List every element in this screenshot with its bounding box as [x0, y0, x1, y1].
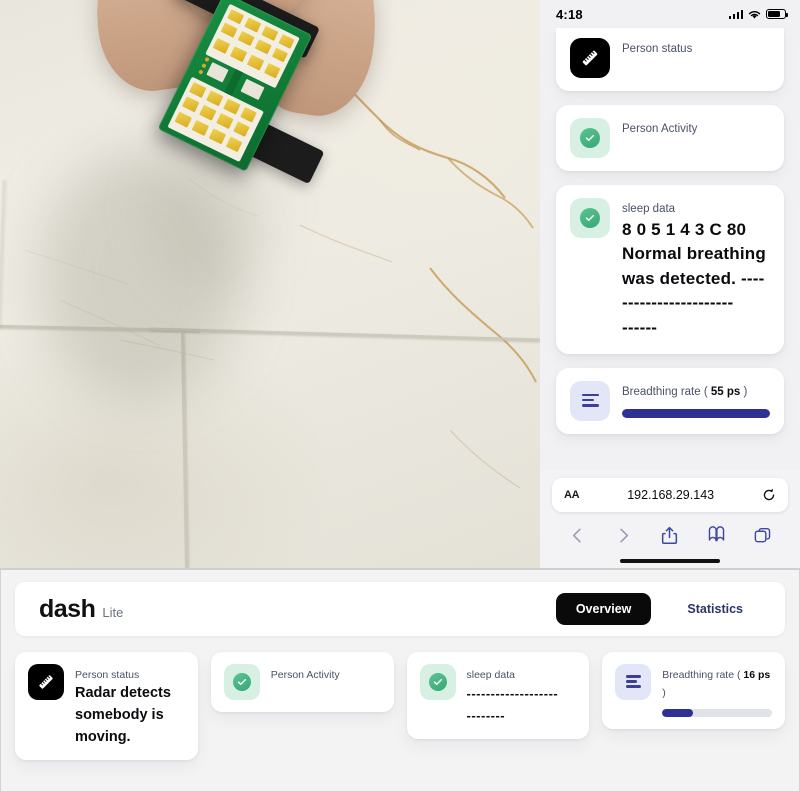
check-circle-icon: [570, 198, 610, 238]
card-person-activity[interactable]: Person Activity: [556, 105, 784, 171]
card-body: Person Activity: [622, 118, 770, 138]
sleep-data-dashes-1: -------------------: [622, 293, 734, 313]
card-label: Person Activity: [270, 669, 340, 681]
tab-overview[interactable]: Overview: [555, 593, 652, 625]
card-label: sleep data: [622, 203, 676, 215]
card-label: Person status: [622, 43, 693, 55]
dash-card-person-activity[interactable]: Person Activity: [210, 652, 394, 712]
breathing-rate-value: 16 ps: [743, 669, 771, 681]
breathing-rate-label-text: Breadthing rate (: [662, 669, 744, 681]
card-body: sleep data ------------------- --------: [467, 664, 577, 727]
safari-browser-chrome: AAAA 192.168.29.143: [540, 470, 800, 568]
card-body: Person status: [622, 38, 770, 58]
url-text[interactable]: 192.168.29.143: [579, 488, 762, 502]
status-bar-time: 4:18: [556, 6, 583, 22]
sensor-card-list: Person status Person Activity sleep data…: [540, 28, 800, 434]
radar-sensor-photo: [0, 0, 540, 568]
battery-icon: [766, 9, 789, 19]
dashboard-tabs: Overview Statistics: [555, 593, 763, 625]
dash-card-sleep-data[interactable]: sleep data ------------------- --------: [406, 652, 590, 740]
share-icon: [662, 526, 678, 544]
chevron-left-icon: [572, 528, 581, 542]
reload-icon[interactable]: [762, 488, 776, 502]
ruler-icon: [28, 664, 64, 700]
card-body: Person status Radar detects somebody is …: [75, 664, 185, 748]
check-icon: [585, 135, 595, 141]
check-circle-shape: [428, 673, 447, 691]
card-label: Person status: [75, 669, 140, 681]
sleep-data-hex: 8 0 5 1 4 3 C 80: [622, 219, 747, 239]
tabs-button[interactable]: [753, 526, 772, 545]
dash-card-breathing-rate[interactable]: Breadthing rate ( 16 ps ): [602, 652, 785, 729]
dashboard-card-row: Person status Radar detects somebody is …: [15, 652, 785, 761]
brand-name: dash: [39, 594, 96, 623]
brand-suffix: Lite: [102, 604, 124, 620]
text-size-button[interactable]: AAAA: [564, 489, 580, 501]
wifi-icon: [748, 10, 761, 18]
sleep-data-message: Normal breathing was detected. ----: [622, 244, 766, 288]
breathing-rate-progress: [662, 709, 772, 717]
breathing-rate-progress: [622, 409, 770, 419]
address-bar[interactable]: AAAA 192.168.29.143: [552, 478, 788, 512]
phone-screen: 4:18 Person status Person Activity sleep…: [540, 0, 800, 568]
check-circle-shape: [580, 208, 600, 228]
card-label: Person Activity: [622, 123, 698, 135]
check-circle-shape: [232, 673, 251, 691]
card-person-status[interactable]: Person status: [556, 28, 784, 91]
lines-icon: [570, 380, 610, 421]
ruler-icon-glyph: [582, 50, 598, 66]
back-button[interactable]: [568, 526, 587, 545]
check-circle-shape: [580, 128, 600, 148]
lines-icon-glyph: [581, 393, 599, 408]
breathing-rate-value: 55 ps: [710, 385, 741, 398]
signal-bars-icon: [728, 9, 743, 19]
share-button[interactable]: [660, 526, 679, 545]
lines-icon-glyph: [625, 675, 641, 689]
browser-toolbar: [540, 516, 800, 554]
breathing-rate-label: Breadthing rate ( 55 ps ): [622, 386, 747, 398]
dash-card-person-status[interactable]: Person status Radar detects somebody is …: [15, 652, 198, 761]
tabs-icon: [754, 527, 771, 542]
ruler-icon: [570, 38, 610, 78]
chevron-right-icon: [620, 528, 629, 542]
sleep-data-dashes-2: ------: [622, 318, 658, 338]
card-body: Breadthing rate ( 55 ps ): [622, 381, 770, 419]
book-icon: [708, 525, 725, 541]
breathing-rate-label-tail: ): [740, 385, 748, 398]
forward-button[interactable]: [614, 526, 633, 545]
breathing-rate-label-text: Breadthing rate (: [622, 385, 711, 398]
card-sleep-data[interactable]: sleep data 8 0 5 1 4 3 C 80 Normal breat…: [556, 185, 784, 354]
brand-logo: dash Lite: [39, 595, 123, 624]
status-bar-icons: [728, 9, 789, 20]
sleep-data-dashes-2: --------: [466, 708, 506, 724]
check-icon: [585, 215, 595, 221]
lines-icon: [615, 664, 652, 700]
dash-lite-dashboard: dash Lite Overview Statistics Person sta…: [0, 568, 800, 792]
person-status-value: Radar detects somebody is moving.: [75, 685, 171, 745]
card-breathing-rate[interactable]: Breadthing rate ( 55 ps ): [556, 367, 784, 434]
status-bar: 4:18: [540, 0, 800, 28]
home-indicator: [620, 559, 720, 563]
dashboard-header: dash Lite Overview Statistics: [15, 582, 785, 636]
screenshot-root: 4:18 Person status Person Activity sleep…: [0, 0, 800, 792]
check-circle-icon: [570, 118, 610, 158]
ruler-icon-glyph: [39, 675, 53, 689]
check-icon: [433, 679, 442, 685]
card-body: sleep data 8 0 5 1 4 3 C 80 Normal breat…: [622, 198, 770, 341]
reload-icon-glyph: [763, 488, 775, 501]
breathing-rate-progress-fill: [662, 709, 693, 717]
check-circle-icon: [223, 664, 260, 700]
card-body: Person Activity: [271, 664, 381, 683]
card-body: Breadthing rate ( 16 ps ): [662, 664, 772, 717]
breathing-rate-label-tail: ): [662, 687, 666, 699]
sleep-data-dashes-1: -------------------: [466, 686, 559, 701]
breathing-rate-label: Breadthing rate ( 16 ps ): [662, 669, 770, 699]
breathing-rate-progress-fill: [622, 409, 770, 419]
card-label: sleep data: [466, 669, 515, 681]
check-circle-icon: [419, 664, 456, 700]
check-icon: [237, 679, 246, 685]
bookmarks-button[interactable]: [707, 525, 726, 545]
tab-statistics[interactable]: Statistics: [667, 593, 763, 625]
